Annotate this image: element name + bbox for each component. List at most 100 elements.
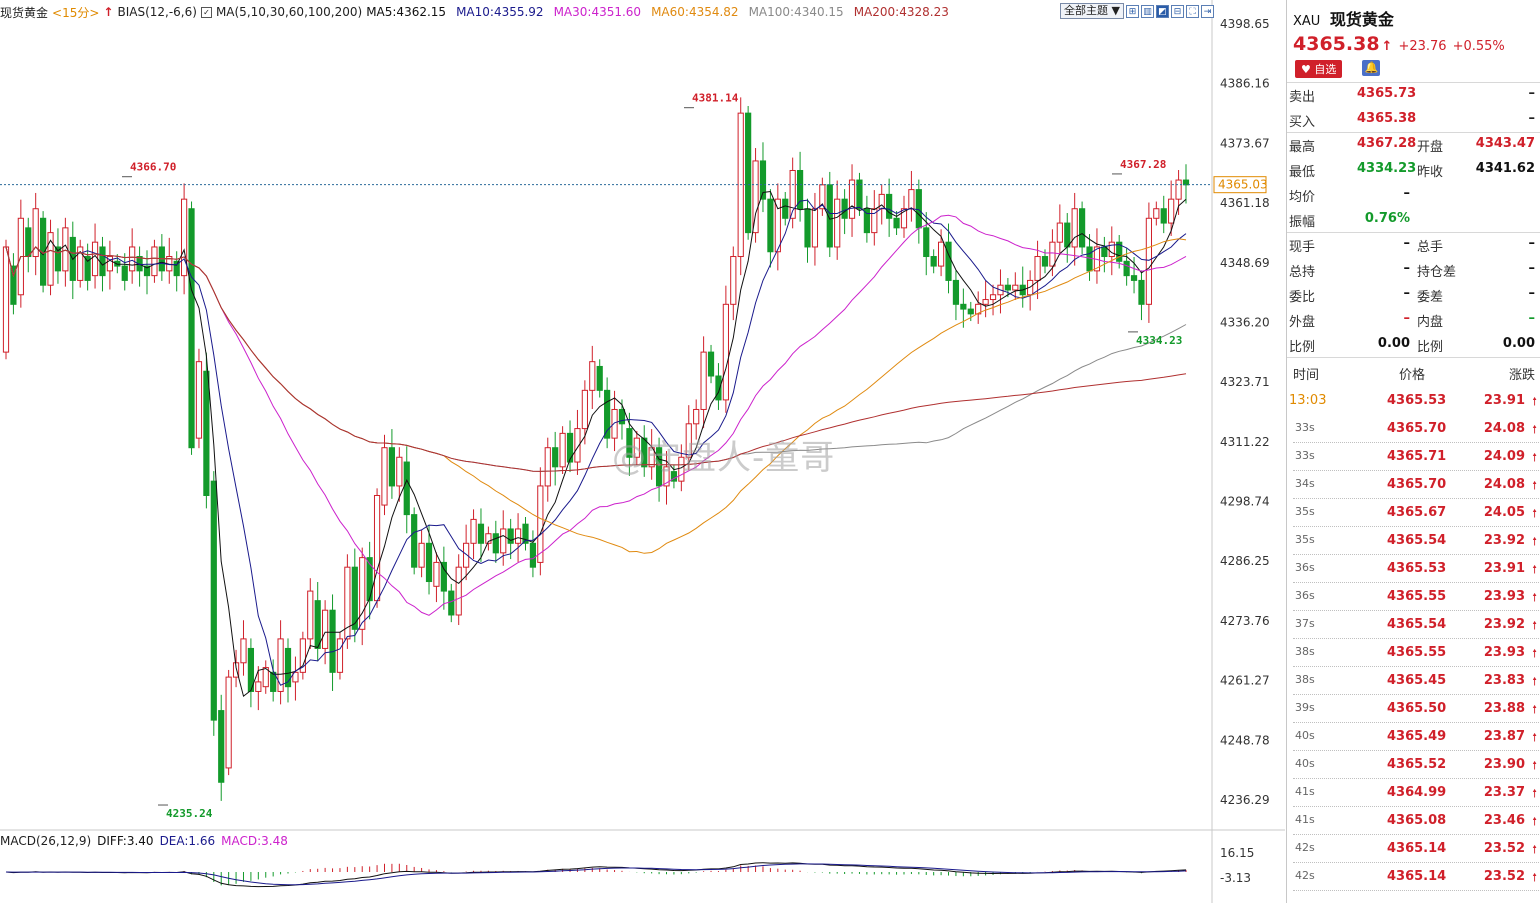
tick-price: 4365.53 <box>1387 393 1447 408</box>
candle-body <box>1012 284 1019 291</box>
fullscreen-icon[interactable]: ⛶ <box>1185 4 1199 18</box>
candle-body <box>373 494 381 602</box>
quote-row: 委比 – 委差 – <box>1287 282 1540 307</box>
tick-row[interactable]: 38s 4365.55 23.93 🠕 <box>1287 640 1540 668</box>
theme-select-label: 全部主题 <box>1064 4 1108 17</box>
tick-row[interactable]: 42s 4365.14 23.52 🠕 <box>1287 836 1540 864</box>
macd-diff: DIFF:3.40 <box>97 834 154 848</box>
tick-price: 4365.45 <box>1387 673 1447 688</box>
sidebar-actions: ♥ 自选 🔔 <box>1295 60 1381 78</box>
add-favorite-button[interactable]: ♥ 自选 <box>1295 60 1343 78</box>
up-arrow-icon: 🠕 <box>1532 787 1537 800</box>
candle-body <box>151 246 158 277</box>
up-arrow-icon: 🠕 <box>1532 395 1537 408</box>
macd-label[interactable]: MACD(26,12,9) <box>0 834 91 848</box>
candle-body <box>203 370 210 496</box>
up-arrow-icon: 🠕 <box>1532 507 1537 520</box>
candle-body <box>767 198 774 253</box>
candle-body <box>359 557 366 630</box>
tick-row[interactable]: 38s 4365.45 23.83 🠕 <box>1287 668 1540 696</box>
tick-change: 23.88 <box>1483 701 1525 716</box>
quote-value: 4367.28 <box>1357 136 1417 151</box>
bias-label[interactable]: BIAS(12,-6,6) <box>117 5 196 19</box>
layout-table-icon[interactable]: ▥ <box>1140 4 1154 18</box>
candle-body <box>730 256 737 305</box>
quote-row: 比例 0.00 比例 0.00 <box>1287 332 1540 357</box>
up-arrow-icon: 🠕 <box>1532 479 1537 492</box>
quote-key-2: 委差 <box>1417 290 1444 305</box>
ma200-line <box>5 246 1187 472</box>
quote-key: 卖出 <box>1289 90 1316 105</box>
theme-select[interactable]: 全部主题 ▼ <box>1060 3 1124 19</box>
tick-row[interactable]: 34s 4365.70 24.08 🠕 <box>1287 472 1540 500</box>
candle-body <box>1004 284 1011 291</box>
tick-row[interactable]: 33s 4365.70 24.08 🠕 <box>1287 416 1540 444</box>
instrument-code: XAU <box>1293 14 1321 29</box>
ma-label[interactable]: MA(5,10,30,60,100,200) <box>216 5 362 19</box>
tick-time: 40s <box>1295 729 1315 742</box>
candle-body <box>559 432 566 468</box>
tick-time: 40s <box>1295 757 1315 770</box>
tick-row[interactable]: 41s 4365.08 23.46 🠕 <box>1287 808 1540 836</box>
quote-value: 4365.73 <box>1357 86 1417 101</box>
candle-body <box>403 461 410 516</box>
extreme-annotation: 4381.14 <box>692 92 739 105</box>
tick-row[interactable]: 13:03 4365.53 23.91 🠕 <box>1287 388 1540 416</box>
candle-body <box>507 528 514 544</box>
quote-key: 均价 <box>1289 190 1316 205</box>
y-tick-label: 4398.65 <box>1220 17 1270 31</box>
quote-row: 最高 4367.28 开盘 4343.47 <box>1287 132 1540 157</box>
candle-body <box>544 447 551 487</box>
tick-row[interactable]: 36s 4365.55 23.93 🠕 <box>1287 584 1540 612</box>
tick-row[interactable]: 35s 4365.67 24.05 🠕 <box>1287 500 1540 528</box>
tick-row[interactable]: 42s 4365.14 23.52 🠕 <box>1287 864 1540 892</box>
quote-key-2: 总手 <box>1417 240 1444 255</box>
candle-body <box>782 198 789 219</box>
candle-body <box>834 198 841 248</box>
tick-price: 4365.55 <box>1387 589 1447 604</box>
expand-icon[interactable]: ⇥ <box>1200 4 1214 18</box>
candle-body <box>329 609 336 673</box>
tick-row[interactable]: 39s 4365.50 23.88 🠕 <box>1287 696 1540 724</box>
bell-icon[interactable]: 🔔 <box>1362 60 1381 76</box>
period-selector[interactable]: <15分> <box>52 4 99 21</box>
candle-body <box>700 351 707 410</box>
tick-row[interactable]: 33s 4365.71 24.09 🠕 <box>1287 444 1540 472</box>
tick-row[interactable]: 37s 4365.54 23.92 🠕 <box>1287 612 1540 640</box>
tick-row[interactable]: 36s 4365.53 23.91 🠕 <box>1287 556 1540 584</box>
tick-time: 41s <box>1295 813 1315 826</box>
bias-indicator-icon[interactable]: ↑ <box>103 5 113 19</box>
tick-change: 23.46 <box>1483 813 1525 828</box>
theme-controls: 全部主题 ▼ ⊞ ▥ ◩ ⊟ ⛶ ⇥ <box>1060 3 1214 19</box>
layout-grid-icon[interactable]: ⊞ <box>1125 4 1139 18</box>
candle-body <box>322 609 329 649</box>
ma-toggle-icon[interactable]: ✓ <box>200 6 212 18</box>
tick-price: 4365.54 <box>1387 533 1447 548</box>
candle-body <box>982 299 989 305</box>
tick-row[interactable]: 40s 4365.49 23.87 🠕 <box>1287 724 1540 752</box>
tick-change: 23.87 <box>1483 729 1525 744</box>
symbol-name[interactable]: 现货黄金 <box>0 4 48 21</box>
quote-key: 现手 <box>1289 240 1316 255</box>
tick-row[interactable]: 35s 4365.54 23.92 🠕 <box>1287 528 1540 556</box>
candle-body <box>952 279 960 305</box>
candle-body <box>1168 198 1175 224</box>
tick-price: 4365.70 <box>1387 477 1447 492</box>
quote-row: 卖出 4365.73 – <box>1287 82 1540 107</box>
y-tick-label: 4273.76 <box>1220 614 1270 628</box>
candle-body <box>307 590 314 640</box>
quote-key-2: 昨收 <box>1417 165 1444 180</box>
tick-time: 34s <box>1295 477 1315 490</box>
layout-chart-icon[interactable]: ◩ <box>1155 4 1169 18</box>
tick-change: 23.92 <box>1483 617 1525 632</box>
tick-time: 41s <box>1295 785 1315 798</box>
candle-body <box>411 514 418 568</box>
chart-area[interactable]: 4398.65 4386.16 4373.67 4361.18 4348.69 4336.… <box>0 0 1285 903</box>
tick-row[interactable]: 40s 4365.52 23.90 🠕 <box>1287 752 1540 780</box>
tick-row[interactable]: 41s 4364.99 23.37 🠕 <box>1287 780 1540 808</box>
candle-body <box>514 528 522 544</box>
layout-split-icon[interactable]: ⊟ <box>1170 4 1184 18</box>
tick-price: 4365.54 <box>1387 617 1447 632</box>
tick-time: 38s <box>1295 645 1315 658</box>
tick-header-price: 价格 <box>1399 368 1426 383</box>
